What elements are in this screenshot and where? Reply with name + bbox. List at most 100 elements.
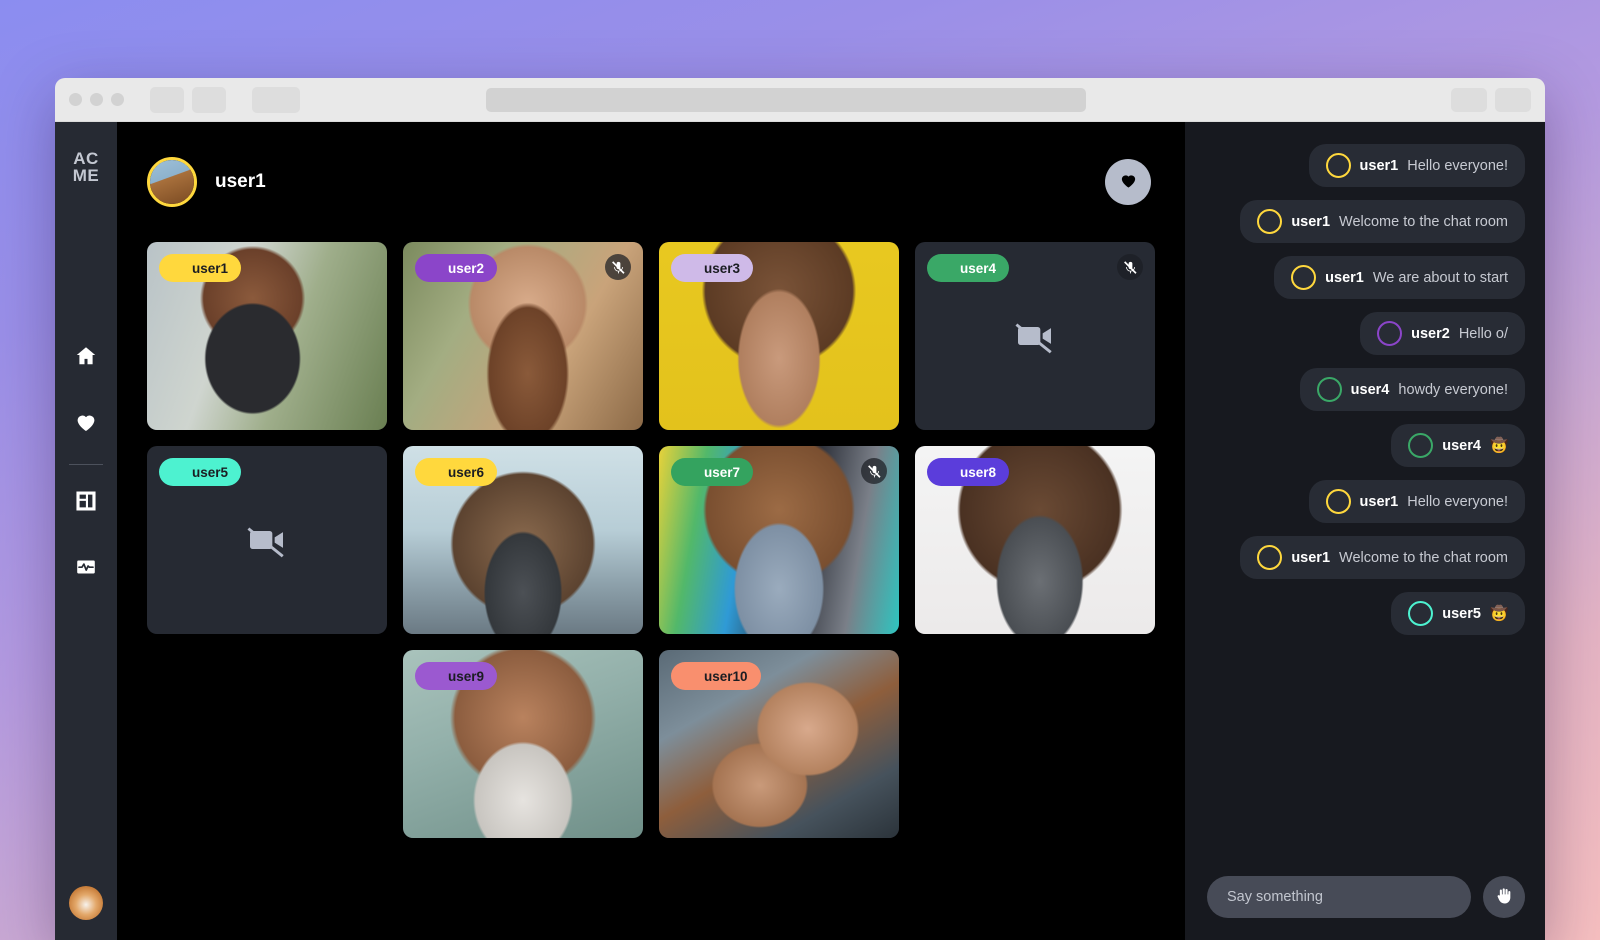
participant-badge: user8 (927, 458, 1010, 486)
chat-message: user4 🤠 (1391, 424, 1525, 467)
avatar (1291, 265, 1317, 290)
raise-hand-button[interactable] (1483, 876, 1525, 918)
chat-message-author: user1 (1291, 549, 1331, 566)
chat-message-author: user2 (1411, 325, 1450, 342)
sidebar-nav (64, 326, 108, 603)
logo-line-2: ME (72, 166, 100, 185)
participant-tile[interactable]: user10 (659, 650, 899, 838)
chat-message-author: user1 (1291, 213, 1331, 230)
chat-message: user1 Welcome to the chat room (1240, 536, 1525, 579)
grid-layout-icon (74, 489, 98, 518)
browser-tab-2[interactable] (192, 86, 226, 113)
avatar (1316, 377, 1342, 402)
participant-name: user10 (704, 668, 748, 684)
browser-tab-1[interactable] (150, 86, 184, 113)
stage-header: user1 (117, 122, 1185, 242)
participant-badge: user1 (159, 254, 242, 282)
chat-message: user1 Hello everyone! (1308, 480, 1525, 523)
participant-tile[interactable]: user6 (403, 446, 643, 634)
chat-message-text: 🤠 (1489, 606, 1508, 622)
chat-message: user1 We are about to start (1274, 256, 1525, 299)
window-maximize-dot[interactable] (111, 93, 124, 106)
participant-tile[interactable]: user7 (659, 446, 899, 634)
participant-tile[interactable]: user9 (403, 650, 643, 838)
avatar (673, 460, 697, 484)
favorite-button[interactable] (1105, 159, 1151, 205)
participant-tile[interactable]: user4 (915, 242, 1155, 430)
chat-message-author: user1 (1359, 157, 1399, 174)
participant-grid: user1 user2 user3 user4 user5 user6 user7 user8… (117, 242, 1185, 940)
sidebar-item-favorites[interactable] (64, 392, 108, 458)
avatar (1257, 545, 1283, 570)
sidebar-item-home[interactable] (64, 326, 108, 392)
avatar (673, 256, 697, 280)
avatar (929, 256, 953, 280)
browser-action-2[interactable] (1494, 87, 1531, 112)
participant-tile[interactable]: user1 (147, 242, 387, 430)
browser-chrome (55, 78, 1545, 122)
participant-badge: user4 (927, 254, 1010, 282)
participant-tile[interactable]: user3 (659, 242, 899, 430)
app-logo: AC ME (73, 150, 100, 184)
avatar (1257, 209, 1283, 234)
chat-message-author: user5 (1442, 605, 1481, 622)
window-minimize-dot[interactable] (90, 93, 103, 106)
participant-badge: user2 (415, 254, 498, 282)
avatar (417, 664, 441, 688)
chat-message: user1 Hello everyone! (1308, 144, 1525, 187)
participant-tile[interactable]: user2 (403, 242, 643, 430)
sidebar-item-activity[interactable] (64, 537, 108, 603)
sidebar-divider (69, 463, 103, 465)
chat-message-text: Hello everyone! (1407, 157, 1508, 174)
avatar (1325, 153, 1351, 178)
participant-badge: user9 (415, 662, 498, 690)
participant-tile[interactable]: user8 (915, 446, 1155, 634)
avatar (417, 460, 441, 484)
chat-message-text: howdy everyone! (1398, 381, 1508, 398)
participant-badge: user5 (159, 458, 242, 486)
address-bar[interactable] (486, 87, 1087, 112)
chat-input[interactable] (1207, 876, 1471, 918)
chat-message-author: user1 (1359, 493, 1399, 510)
chat-message-text: Hello everyone! (1407, 493, 1508, 510)
mic-off-icon (861, 458, 887, 484)
participant-badge: user7 (671, 458, 754, 486)
raised-hand-icon (1494, 886, 1514, 909)
participant-name: user6 (448, 464, 485, 480)
chat-message-author: user4 (1442, 437, 1481, 454)
avatar (161, 460, 185, 484)
browser-action-1[interactable] (1450, 87, 1487, 112)
chat-message-text: Welcome to the chat room (1339, 213, 1508, 230)
window-close-dot[interactable] (69, 93, 82, 106)
avatar (417, 256, 441, 280)
video-stage: user1 user1 user2 user3 user4 user5 user6 user… (117, 122, 1185, 940)
participant-badge: user10 (671, 662, 761, 690)
avatar-art (69, 885, 103, 920)
avatar (1408, 433, 1434, 458)
home-icon (74, 344, 98, 373)
participant-tile[interactable]: user5 (147, 446, 387, 634)
participant-name: user4 (960, 260, 997, 276)
heart-icon (74, 410, 98, 439)
chat-message: user1 Welcome to the chat room (1240, 200, 1525, 243)
chat-message-author: user1 (1325, 269, 1364, 286)
sidebar-user-avatar[interactable] (69, 885, 103, 920)
avatar (1325, 489, 1351, 514)
host-avatar (147, 157, 197, 207)
chat-message: user5 🤠 (1391, 592, 1525, 635)
browser-tab-3[interactable] (252, 86, 300, 113)
avatar (1408, 601, 1434, 626)
sidebar-item-layout[interactable] (64, 471, 108, 537)
participant-badge: user6 (415, 458, 498, 486)
logo-line-1: AC (73, 149, 99, 168)
heart-icon (1119, 171, 1138, 193)
chat-message: user4 howdy everyone! (1299, 368, 1525, 411)
chat-message-text: Hello o/ (1458, 325, 1508, 342)
mic-off-icon (1117, 254, 1143, 280)
mic-off-icon (605, 254, 631, 280)
avatar (161, 256, 185, 280)
app-root: AC ME user1 user1 user2 user3 user4 user… (55, 122, 1545, 940)
participant-name: user8 (960, 464, 997, 480)
host-name: user1 (215, 171, 266, 192)
participant-name: user3 (704, 260, 741, 276)
